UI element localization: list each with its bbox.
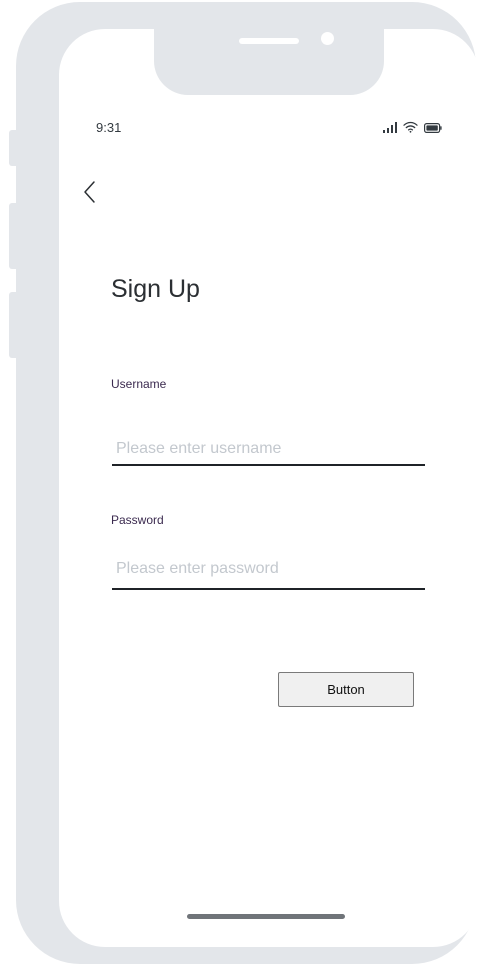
password-underline (112, 588, 425, 590)
username-underline (112, 464, 425, 466)
signal-icon (383, 121, 397, 133)
phone-frame: 9:31 Sign Up Username Please enter usern… (16, 2, 479, 964)
front-camera (321, 32, 334, 45)
status-time: 9:31 (96, 120, 122, 135)
home-indicator[interactable] (187, 914, 345, 919)
back-button[interactable] (79, 177, 103, 207)
chevron-left-icon (84, 181, 95, 203)
status-icons (383, 119, 442, 133)
page-title: Sign Up (111, 275, 200, 303)
wifi-icon (403, 121, 418, 133)
username-input[interactable] (112, 434, 425, 464)
phone-notch (154, 29, 384, 95)
submit-button[interactable]: Button (278, 672, 414, 707)
password-label: Password (111, 513, 164, 527)
phone-screen: 9:31 Sign Up Username Please enter usern… (59, 29, 479, 947)
app-stage: 9:31 Sign Up Username Please enter usern… (0, 0, 490, 970)
speaker-grille (239, 38, 299, 44)
battery-icon (424, 123, 442, 133)
password-input[interactable] (112, 554, 425, 584)
username-label: Username (111, 377, 167, 391)
